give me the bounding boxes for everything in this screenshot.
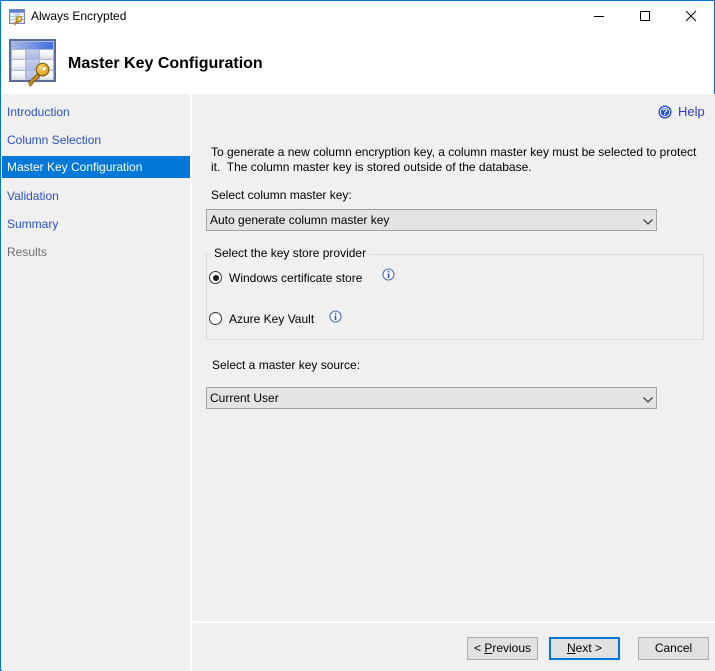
svg-text:?: ? bbox=[662, 107, 668, 117]
